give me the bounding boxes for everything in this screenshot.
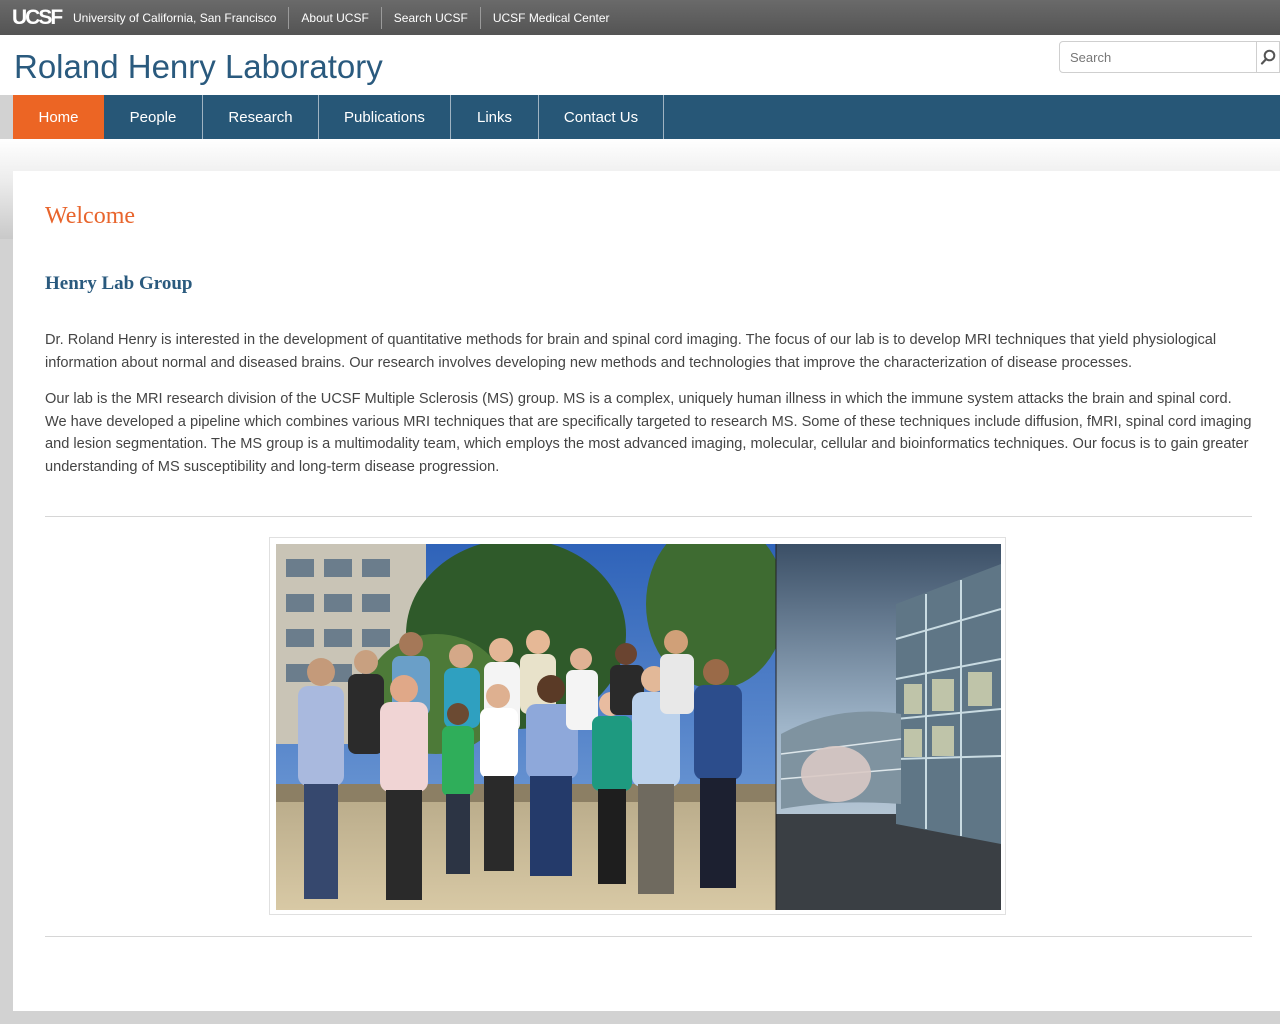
ms-group-paragraph: Our lab is the MRI research division of … <box>45 391 1252 475</box>
search-box <box>1059 41 1280 73</box>
nav-links[interactable]: Links <box>451 95 539 139</box>
nav-research[interactable]: Research <box>203 95 319 139</box>
toplink-about-ucsf[interactable]: About UCSF <box>289 7 380 29</box>
site-title[interactable]: Roland Henry Laboratory <box>14 48 383 86</box>
toplink-ucsf[interactable]: University of California, San Francisco <box>62 7 288 29</box>
toplink-search-ucsf[interactable]: Search UCSF <box>382 7 480 29</box>
group-photo <box>276 544 1001 910</box>
nav-publications[interactable]: Publications <box>319 95 451 139</box>
search-input[interactable] <box>1060 42 1256 72</box>
ucsf-topbar: UCSF University of California, San Franc… <box>0 0 1280 35</box>
site-header: Roland Henry Laboratory <box>0 35 1280 95</box>
nav-contact-us[interactable]: Contact Us <box>539 95 664 139</box>
section-heading: Henry Lab Group <box>45 273 193 294</box>
page-title: Welcome <box>45 203 136 229</box>
nav-home[interactable]: Home <box>13 95 104 145</box>
nav-people[interactable]: People <box>104 95 203 139</box>
magnifier-icon <box>1260 49 1276 65</box>
divider <box>45 516 1252 517</box>
main-content: Welcome Henry Lab Group Dr. Roland Henry… <box>13 171 1280 1011</box>
divider <box>45 936 1252 937</box>
ucsf-logo[interactable]: UCSF <box>12 7 63 28</box>
main-nav: Home People Research Publications Links … <box>13 95 1280 145</box>
toplink-medical-center[interactable]: UCSF Medical Center <box>481 7 622 29</box>
intro-paragraph: Dr. Roland Henry is interested in the de… <box>45 332 1217 371</box>
search-button[interactable] <box>1256 42 1279 72</box>
group-photo-frame <box>269 537 1006 915</box>
